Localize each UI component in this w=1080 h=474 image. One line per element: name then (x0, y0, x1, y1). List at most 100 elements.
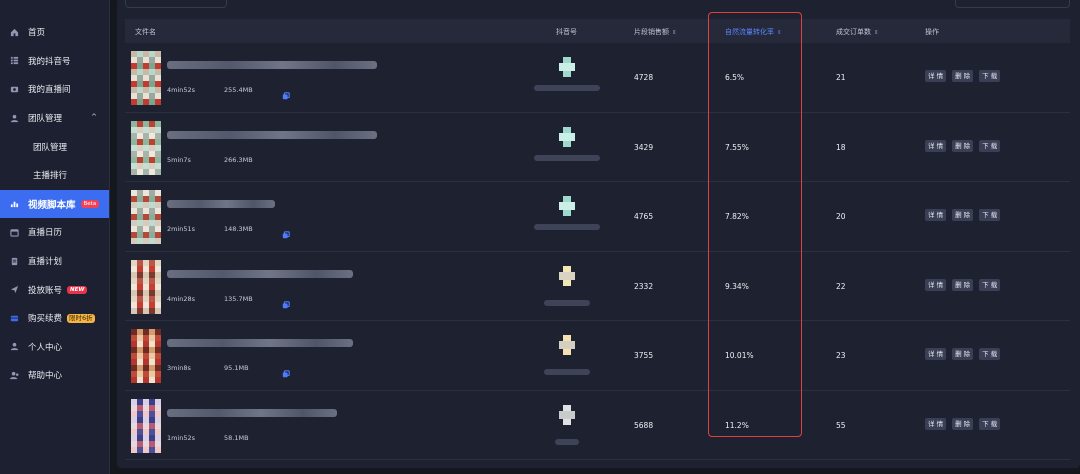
row-actions: 详 情删 除下 载 (925, 348, 1001, 360)
table-row[interactable]: 2min51s 148.3MB 4765 7.82% 20 详 情删 除下 载 (125, 182, 1070, 252)
detail-button[interactable]: 详 情 (925, 348, 947, 360)
sidebar-subitem-team-management[interactable]: 团队管理 (0, 132, 109, 161)
sidebar-item-ad-account[interactable]: 投放账号 NEW (0, 275, 109, 304)
download-button[interactable]: 下 载 (979, 139, 1001, 152)
account-avatar (557, 126, 577, 149)
sidebar-item-home[interactable]: 首页 (0, 18, 109, 47)
orders-cell: 20 (836, 212, 846, 221)
sales-cell: 2332 (634, 281, 654, 291)
video-file-size: 95.1MB (224, 364, 249, 372)
sidebar-item-purchase-renew[interactable]: 购买续费 限时6折 (0, 304, 109, 333)
row-actions: 详 情删 除下 载 (925, 209, 1001, 221)
row-actions: 详 情删 除下 载 (925, 70, 1001, 82)
sidebar-item-my-live-room[interactable]: 我的直播间 (0, 75, 109, 104)
sidebar-item-label: 视频脚本库 (28, 199, 76, 211)
video-thumbnail[interactable] (131, 398, 161, 453)
orders-cell: 21 (836, 73, 846, 82)
download-button[interactable]: 下 载 (979, 417, 1001, 430)
col-header-label: 成交订单数 (836, 28, 871, 36)
video-title-redacted[interactable] (167, 130, 377, 139)
sidebar-item-label: 购买续费 (28, 314, 63, 325)
filter-input[interactable] (125, 0, 227, 8)
video-file-size: 148.3MB (224, 225, 253, 233)
account-avatar (557, 404, 577, 427)
download-button[interactable]: 下 载 (979, 278, 1001, 291)
col-header-sales[interactable]: 片段销售额 ⇕ (634, 27, 677, 37)
video-thumbnail[interactable] (131, 51, 161, 105)
copy-icon[interactable] (282, 85, 290, 100)
video-duration: 4min28s (167, 294, 196, 303)
download-button[interactable]: 下 载 (979, 70, 1001, 82)
video-title-redacted[interactable] (167, 200, 275, 208)
row-actions: 详 情删 除下 载 (925, 417, 1001, 430)
delete-button[interactable]: 删 除 (952, 209, 974, 221)
video-icon (9, 84, 19, 94)
sidebar-item-help-center[interactable]: 帮助中心 (0, 361, 109, 390)
table-row[interactable]: 4min28s 135.7MB 2332 9.34% 22 详 情删 除下 载 (125, 252, 1070, 321)
download-button[interactable]: 下 载 (979, 348, 1001, 360)
sidebar-item-team-management[interactable]: 团队管理 ^ (0, 104, 109, 133)
home-icon (9, 27, 19, 37)
delete-button[interactable]: 删 除 (952, 278, 974, 291)
video-table: 文件名 抖音号 片段销售额 ⇕ 自然流量转化率 ⇕ 成交订单数 ⇕ 操作 (125, 19, 1070, 43)
orders-cell: 55 (836, 420, 846, 430)
video-title-redacted[interactable] (167, 339, 353, 347)
sidebar-item-label: 我的直播间 (28, 85, 71, 96)
sidebar-item-personal-center[interactable]: 个人中心 (0, 333, 109, 362)
new-badge: NEW (67, 285, 88, 294)
sidebar-item-live-calendar[interactable]: 直播日历 (0, 218, 109, 247)
detail-button[interactable]: 详 情 (925, 209, 947, 221)
document-icon (9, 256, 19, 266)
copy-icon[interactable] (282, 224, 290, 239)
sidebar-item-label: 团队管理 (33, 142, 68, 153)
delete-button[interactable]: 删 除 (952, 417, 974, 430)
col-header-file: 文件名 (135, 28, 156, 36)
list-icon (9, 56, 19, 66)
sidebar-item-label: 首页 (28, 28, 46, 39)
sort-icon[interactable]: ⇕ (672, 30, 677, 36)
sidebar-item-video-script-library[interactable]: 视频脚本库 Beta (0, 189, 109, 219)
sort-icon[interactable]: ⇕ (874, 30, 879, 36)
sidebar-item-label: 我的抖音号 (28, 56, 71, 67)
sidebar-item-label: 投放账号 (28, 285, 63, 296)
download-button[interactable]: 下 载 (979, 209, 1001, 221)
account-name-redacted (534, 85, 600, 91)
detail-button[interactable]: 详 情 (925, 70, 947, 82)
video-thumbnail[interactable] (131, 259, 161, 314)
orders-cell: 22 (836, 281, 846, 291)
detail-button[interactable]: 详 情 (925, 417, 947, 430)
sidebar-item-label: 帮助中心 (28, 371, 63, 382)
table-row[interactable]: 3min8s 95.1MB 3755 10.01% 23 详 情删 除下 载 (125, 321, 1070, 391)
delete-button[interactable]: 删 除 (952, 139, 974, 152)
sidebar-subitem-host-ranking[interactable]: 主播排行 (0, 161, 109, 190)
video-thumbnail[interactable] (131, 120, 161, 175)
delete-button[interactable]: 删 除 (952, 348, 974, 360)
col-header-orders[interactable]: 成交订单数 ⇕ (836, 27, 879, 37)
col-header-account: 抖音号 (556, 28, 577, 36)
orders-cell: 23 (836, 351, 846, 360)
search-input[interactable] (955, 0, 1070, 8)
video-title-redacted[interactable] (167, 408, 337, 417)
video-thumbnail[interactable] (131, 190, 161, 244)
table-row[interactable]: 1min52s 58.1MB 5688 11.2% 55 详 情删 除下 载 (125, 391, 1070, 460)
video-duration: 2min51s (167, 225, 196, 233)
account-name-redacted (544, 299, 590, 306)
send-icon (9, 285, 19, 295)
copy-icon[interactable] (282, 363, 290, 378)
video-thumbnail[interactable] (131, 329, 161, 383)
detail-button[interactable]: 详 情 (925, 278, 947, 291)
delete-button[interactable]: 删 除 (952, 70, 974, 82)
sales-cell: 5688 (634, 420, 654, 430)
sidebar-item-live-plan[interactable]: 直播计划 (0, 247, 109, 276)
video-duration: 3min8s (167, 364, 191, 372)
table-row[interactable]: 4min52s 255.4MB 4728 6.5% 21 详 情删 除下 载 (125, 43, 1070, 113)
sidebar-item-my-douyin[interactable]: 我的抖音号 (0, 47, 109, 76)
copy-icon[interactable] (282, 294, 290, 308)
detail-button[interactable]: 详 情 (925, 139, 947, 152)
video-title-redacted[interactable] (167, 269, 353, 278)
table-row[interactable]: 5min7s 266.3MB 3429 7.55% 18 详 情删 除下 载 (125, 113, 1070, 182)
video-title-redacted[interactable] (167, 61, 377, 69)
sales-cell: 3755 (634, 351, 654, 360)
sidebar-item-label: 直播计划 (28, 257, 63, 268)
team-icon (9, 113, 19, 123)
